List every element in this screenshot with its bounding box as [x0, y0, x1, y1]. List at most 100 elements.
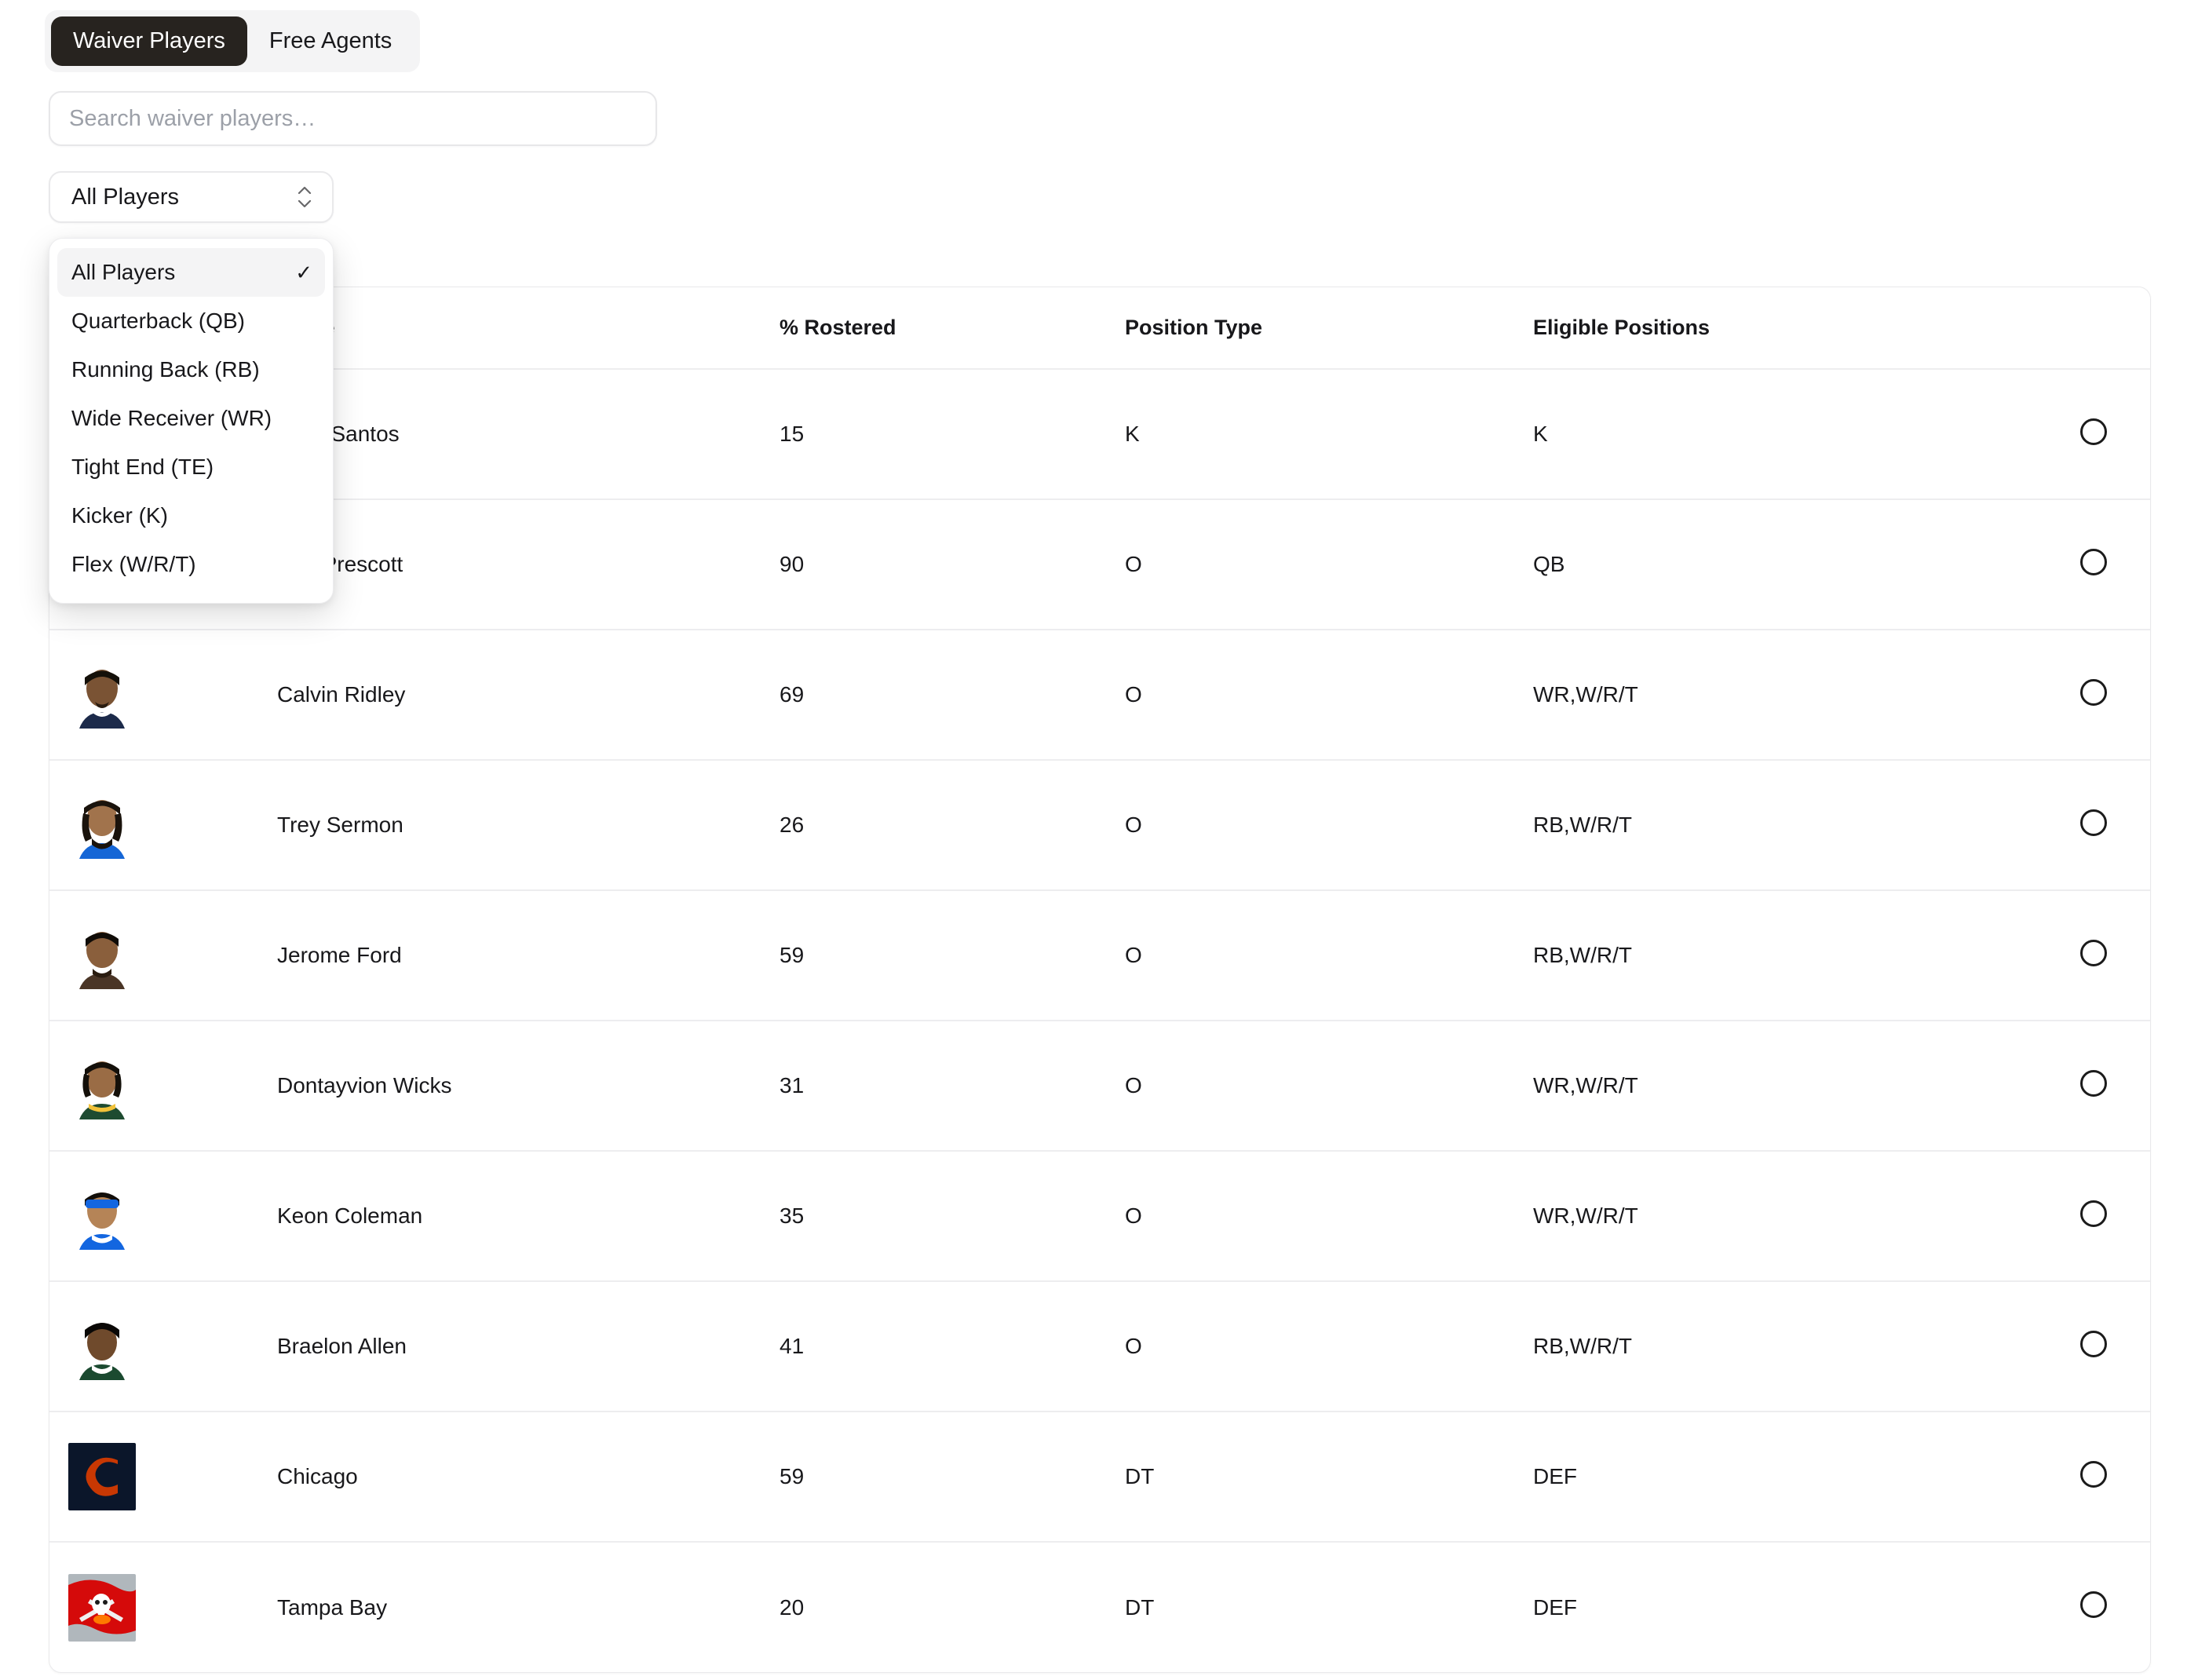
team-eligible-positions: DEF [1533, 1412, 2035, 1543]
player-eligible-positions: RB,W/R/T [1533, 890, 2035, 1021]
menu-option-quarterback[interactable]: Quarterback (QB) [57, 297, 325, 345]
player-rostered: 35 [780, 1151, 1125, 1282]
select-player-radio[interactable] [2080, 418, 2107, 445]
player-position-type: O [1125, 1021, 1533, 1152]
column-header-position-type: Position Type [1125, 287, 1533, 370]
player-name: Trey Sermon [277, 760, 780, 891]
player-avatar-cell [49, 890, 277, 1021]
chevron-up-down-icon [296, 182, 313, 212]
waiver-players-page: Waiver Players Free Agents All Players A… [0, 0, 2187, 1680]
player-avatar-cell [49, 630, 277, 761]
team-rostered: 20 [780, 1594, 805, 1620]
table-row[interactable]: Tampa Bay 20 DT DEF [49, 1542, 2150, 1672]
player-avatar-cell [49, 1151, 277, 1282]
player-avatar-cell [49, 760, 277, 891]
player-avatar-cell [49, 1281, 277, 1412]
player-select-cell [2035, 630, 2150, 761]
team-position-type: DT [1125, 1594, 1155, 1620]
team-rostered: 59 [780, 1412, 1125, 1543]
menu-option-running-back[interactable]: Running Back (RB) [57, 345, 325, 394]
player-eligible-positions: RB,W/R/T [1533, 760, 2035, 891]
headshot-avatar-icon [68, 791, 136, 859]
player-name: Dontayvion Wicks [277, 1021, 780, 1152]
select-player-radio[interactable] [2080, 1330, 2107, 1357]
select-player-radio[interactable] [2080, 548, 2107, 575]
team-select-cell [2035, 1542, 2150, 1672]
select-player-radio[interactable] [2080, 1069, 2107, 1097]
column-header-select [2035, 287, 2150, 370]
player-select-cell [2035, 890, 2150, 1021]
player-select-cell [2035, 1281, 2150, 1412]
player-rostered: 41 [780, 1281, 1125, 1412]
table-row[interactable]: Trey Sermon 26 O RB,W/R/T [49, 760, 2150, 891]
menu-option-flex[interactable]: Flex (W/R/T) [57, 540, 325, 589]
headshot-avatar-icon [68, 1182, 136, 1250]
player-position-type: O [1125, 630, 1533, 761]
menu-option-label: Running Back (RB) [71, 357, 260, 382]
table-row[interactable]: Dontayvion Wicks 31 O WR,W/R/T [49, 1021, 2150, 1152]
team-eligible-positions: DEF [1533, 1594, 1577, 1620]
team-logo-cell [49, 1412, 277, 1543]
column-header-name: Name [277, 287, 780, 370]
menu-option-label: Quarterback (QB) [71, 309, 245, 333]
player-position-type: K [1125, 369, 1533, 500]
menu-option-tight-end[interactable]: Tight End (TE) [57, 443, 325, 491]
team-select-cell [2035, 1412, 2150, 1543]
column-header-eligible-positions: Eligible Positions [1533, 287, 2035, 370]
table-row[interactable]: Keon Coleman 35 O WR,W/R/T [49, 1151, 2150, 1282]
player-name: Keon Coleman [277, 1151, 780, 1282]
player-select-cell [2035, 1151, 2150, 1282]
player-select-cell [2035, 760, 2150, 891]
player-position-type: O [1125, 890, 1533, 1021]
player-position-type: O [1125, 1281, 1533, 1412]
select-player-radio[interactable] [2080, 809, 2107, 836]
select-player-radio[interactable] [2080, 1460, 2107, 1488]
table-header-row: Name % Rostered Position Type Eligible P… [49, 287, 2150, 370]
tab-free-agents[interactable]: Free Agents [247, 16, 414, 66]
player-eligible-positions: WR,W/R/T [1533, 630, 2035, 761]
player-rostered: 90 [780, 499, 1125, 630]
chicago-bears-logo-icon [68, 1443, 136, 1510]
menu-option-wide-receiver[interactable]: Wide Receiver (WR) [57, 394, 325, 443]
menu-option-kicker[interactable]: Kicker (K) [57, 491, 325, 540]
player-avatar-cell [49, 1021, 277, 1152]
tampa-bay-buccaneers-logo-icon [68, 1573, 136, 1642]
select-player-radio[interactable] [2080, 678, 2107, 706]
menu-option-all-players[interactable]: All Players ✓ [57, 248, 325, 297]
check-icon: ✓ [295, 261, 312, 284]
headshot-avatar-icon [68, 922, 136, 989]
table-row[interactable]: Jairo Santos 15 K K [49, 369, 2150, 500]
player-position-type: O [1125, 1151, 1533, 1282]
table-row[interactable]: Calvin Ridley 69 O WR,W/R/T [49, 630, 2150, 761]
table-row[interactable]: Braelon Allen 41 O RB,W/R/T [49, 1281, 2150, 1412]
player-select-cell [2035, 1021, 2150, 1152]
position-filter-select[interactable]: All Players [49, 171, 334, 223]
tab-waiver-players[interactable]: Waiver Players [51, 16, 247, 66]
headshot-avatar-icon [68, 1052, 136, 1119]
player-name: Jairo Santos [277, 369, 780, 500]
table-row[interactable]: Chicago 59 DT DEF [49, 1412, 2150, 1543]
player-select-cell [2035, 499, 2150, 630]
player-name: Calvin Ridley [277, 630, 780, 761]
player-eligible-positions: WR,W/R/T [1533, 1151, 2035, 1282]
search-input[interactable] [49, 91, 657, 146]
table-body: Jairo Santos 15 K K Dak Prescott 90 O QB… [49, 369, 2150, 1672]
player-rostered: 15 [780, 369, 1125, 500]
table-row[interactable]: Dak Prescott 90 O QB [49, 499, 2150, 630]
table-row[interactable]: Jerome Ford 59 O RB,W/R/T [49, 890, 2150, 1021]
player-name: Jerome Ford [277, 890, 780, 1021]
headshot-avatar-icon [68, 1313, 136, 1380]
select-player-radio[interactable] [2080, 939, 2107, 966]
players-table-card: Name % Rostered Position Type Eligible P… [49, 287, 2151, 1673]
player-eligible-positions: QB [1533, 499, 2035, 630]
select-player-radio[interactable] [2080, 1200, 2107, 1227]
team-position-type: DT [1125, 1412, 1533, 1543]
select-player-radio[interactable] [2080, 1591, 2107, 1618]
menu-option-label: Flex (W/R/T) [71, 552, 196, 576]
player-position-type: O [1125, 760, 1533, 891]
team-name: Tampa Bay [277, 1594, 388, 1620]
menu-option-label: Kicker (K) [71, 503, 168, 528]
player-name: Dak Prescott [277, 499, 780, 630]
player-name: Braelon Allen [277, 1281, 780, 1412]
team-name: Chicago [277, 1412, 780, 1543]
